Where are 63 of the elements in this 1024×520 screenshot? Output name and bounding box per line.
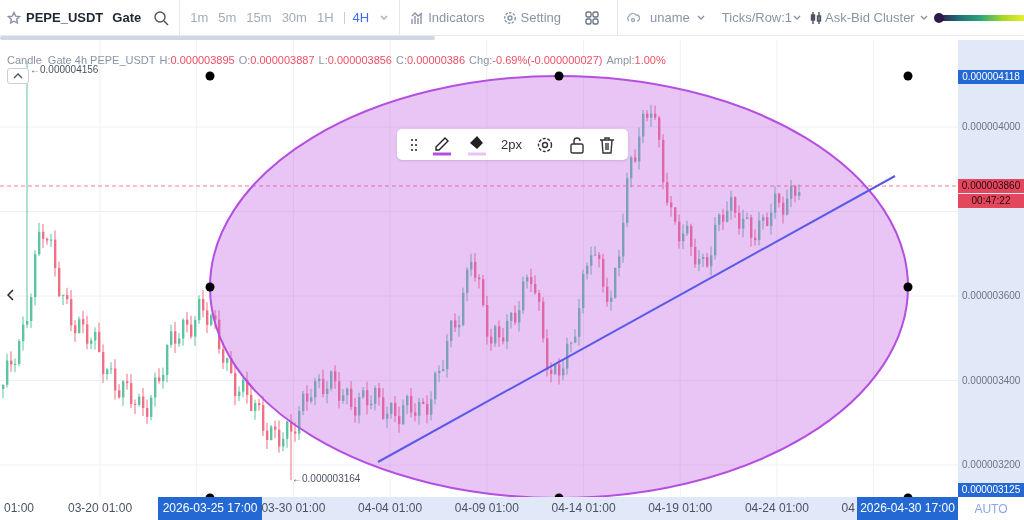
range-high-price-tag: 0.000004118 — [958, 70, 1024, 84]
time-tick-label: 03-30 01:00 — [261, 501, 326, 515]
range-end-time-tag: 2026-04-30 17:00 — [857, 497, 958, 520]
time-tick-label: 04-04 01:00 — [358, 501, 423, 515]
search-icon[interactable] — [153, 9, 170, 26]
interval-tab[interactable]: 5m — [218, 7, 237, 28]
price-tick-label: 0.000003600 — [962, 290, 1021, 302]
setting-button[interactable]: Setting — [520, 7, 562, 28]
interval-tab[interactable]: 15m — [246, 7, 272, 28]
chart-icon[interactable] — [410, 10, 425, 25]
auto-scale-button[interactable]: AUTO — [958, 497, 1024, 520]
time-tick-label: 04 — [841, 501, 855, 515]
price-tick-label: 0.000004000 — [962, 121, 1021, 133]
drag-handle-icon[interactable] — [410, 137, 419, 152]
ticks-per-row-dropdown[interactable]: Ticks/Row:1 — [721, 7, 793, 28]
trash-icon[interactable] — [598, 135, 615, 154]
range-low-price-tag: 0.000003125 — [958, 483, 1024, 497]
high-price-marker: ←0.000004156 — [30, 64, 99, 76]
ohlc-label: Chg: — [469, 53, 493, 68]
ohlc-label: O: — [238, 53, 251, 68]
last-price-tag: 0.000003860 — [958, 179, 1024, 193]
time-tick-label: 04-14 01:00 — [551, 501, 616, 515]
price-tick-label: 0.000003400 — [962, 374, 1021, 387]
low-price-marker: ←0.000003164 — [292, 473, 361, 485]
price-tick-label: 0.000003200 — [962, 459, 1021, 471]
countdown-tag: 00:47:22 — [958, 194, 1024, 208]
settings-icon[interactable] — [536, 135, 555, 154]
time-tick-label: 04-09 01:00 — [454, 501, 519, 515]
exchange-label[interactable]: Gate — [112, 7, 142, 28]
interval-tab[interactable]: 1H — [316, 7, 334, 28]
ohlc-value: 0.000003895 — [170, 53, 235, 68]
ohlc-value: 1.00% — [634, 53, 666, 68]
grid-icon[interactable] — [585, 10, 600, 25]
time-tick-label: 04-19 01:00 — [648, 501, 713, 515]
trend-line[interactable] — [377, 175, 896, 463]
color-scale-handle[interactable] — [934, 12, 944, 23]
chevron-up-icon — [13, 73, 23, 79]
ohlc-label: L: — [318, 53, 328, 68]
interval-tab[interactable]: 30m — [281, 7, 307, 28]
interval-tab[interactable]: 4H — [352, 7, 370, 28]
account-dropdown[interactable]: uname — [650, 7, 690, 28]
time-tick-label: 03-20 01:00 — [68, 501, 133, 515]
ohlc-value: -0.69%(-0.000000027) — [492, 53, 603, 68]
star-icon[interactable] — [7, 10, 21, 25]
collapse-button[interactable] — [7, 68, 29, 84]
interval-tab[interactable]: 1m — [190, 7, 209, 28]
indicators-button[interactable]: Indicators — [428, 7, 485, 28]
ohlc-label: H: — [159, 53, 171, 68]
ohlc-value: 0.00000386 — [407, 53, 466, 68]
range-start-time-tag: 2026-03-25 17:00 — [158, 497, 262, 520]
chevron-left-icon[interactable] — [7, 289, 15, 301]
unlocked-padlock-icon[interactable] — [568, 135, 585, 154]
candlestick-icon[interactable] — [810, 10, 823, 25]
time-tick-label: 01:00 — [4, 501, 35, 515]
symbol-label[interactable]: PEPE_USDT — [26, 7, 104, 28]
ohlc-label: C: — [396, 53, 407, 68]
line-width-button[interactable]: 2px — [501, 134, 522, 155]
ohlc-value: 0.000003887 — [250, 53, 315, 68]
scrollbar[interactable] — [0, 36, 435, 40]
ohlc-label: Ampl: — [606, 53, 635, 68]
cluster-dropdown[interactable]: Ask-Bid Cluster — [825, 7, 915, 28]
time-tick-label: 04-24 01:00 — [744, 501, 809, 515]
ohlc-value: 0.000003856 — [327, 53, 392, 68]
